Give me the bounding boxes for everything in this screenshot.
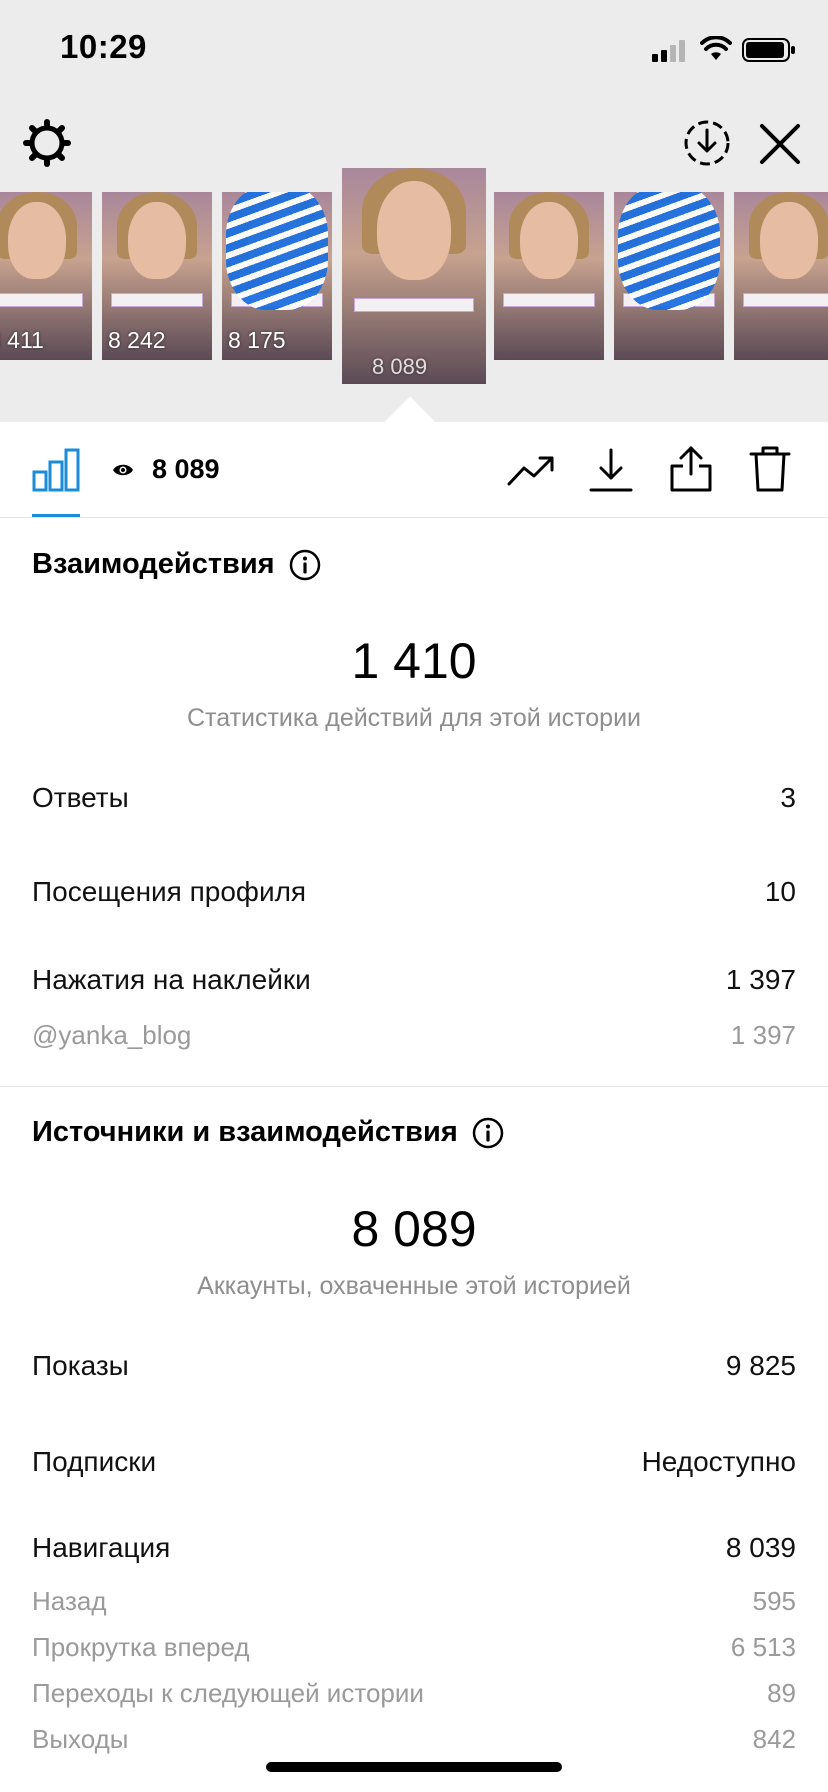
stat-value: 1 397 — [725, 964, 796, 995]
status-time: 10:29 — [60, 28, 147, 65]
stat-sub-value: 842 — [752, 1724, 796, 1754]
stat-sub-value: 6 513 — [730, 1632, 796, 1662]
trending-icon[interactable] — [506, 448, 558, 492]
thumbnail-view-count: 8 089 — [372, 354, 428, 379]
stat-sub-label: Переходы к следующей истории — [32, 1678, 424, 1708]
story-thumbnail[interactable] — [614, 192, 724, 360]
stat-sub-value: 1 397 — [730, 1020, 796, 1050]
info-icon[interactable] — [289, 549, 321, 581]
status-bar: 10:29 — [0, 0, 828, 100]
views-count: 8 089 — [152, 454, 220, 484]
stat-sub-label: Прокрутка вперед — [32, 1632, 250, 1662]
interactions-total: 1 410 — [351, 633, 477, 689]
download-icon[interactable] — [588, 446, 634, 494]
stat-row-replies: Ответы 3 — [32, 782, 796, 814]
eye-icon — [113, 464, 133, 476]
story-thumbnail[interactable]: 8 175 — [222, 192, 332, 360]
stat-row-follows: Подписки Недоступно — [32, 1446, 796, 1478]
scribble-overlay — [618, 192, 720, 310]
stat-sub-value: 89 — [767, 1678, 796, 1708]
stat-label: Ответы — [32, 782, 129, 813]
discovery-section-header: Источники и взаимодействия — [32, 1116, 504, 1149]
stat-subrow-exits: Выходы 842 — [32, 1724, 796, 1755]
bar-chart-icon[interactable] — [32, 448, 80, 492]
section-divider — [0, 1086, 828, 1087]
story-thumbnail-selected[interactable]: 8 089 — [342, 168, 486, 384]
stat-sub-value: 595 — [752, 1586, 796, 1616]
reach-total: 8 089 — [351, 1201, 477, 1257]
scribble-overlay — [226, 192, 328, 310]
stat-sub-label: Назад — [32, 1586, 107, 1616]
story-thumbnail[interactable] — [734, 192, 828, 360]
stat-label: Нажатия на наклейки — [32, 964, 311, 995]
stat-subrow-forward: Прокрутка вперед 6 513 — [32, 1632, 796, 1663]
stat-subrow-next-story: Переходы к следующей истории 89 — [32, 1678, 796, 1709]
cellular-signal-icon — [652, 40, 685, 62]
stat-label: Показы — [32, 1350, 129, 1381]
discovery-title: Источники и взаимодействия — [32, 1116, 458, 1148]
stat-value: 9 825 — [725, 1350, 796, 1381]
active-tab-indicator — [32, 514, 80, 517]
battery-icon — [742, 38, 795, 62]
insights-toolbar: 8 089 — [0, 422, 828, 518]
stat-value: 8 039 — [725, 1532, 796, 1563]
story-thumbnail[interactable] — [494, 192, 604, 360]
stat-label: Посещения профиля — [32, 876, 307, 907]
settings-gear-icon[interactable] — [22, 118, 72, 168]
interactions-title: Взаимодействия — [32, 548, 275, 580]
interactions-caption: Статистика действий для этой истории — [186, 704, 642, 732]
reach-caption: Аккаунты, охваченные этой историей — [197, 1272, 631, 1300]
stat-value: 10 — [764, 876, 796, 907]
interactions-section-header: Взаимодействия — [32, 548, 321, 581]
story-thumbnail-strip: 8 411 8 242 8 175 8 089 — [0, 168, 828, 392]
thumbnail-view-count: 8 242 — [108, 327, 166, 353]
stat-sub-label: Выходы — [32, 1724, 129, 1754]
thumbnail-view-count: 8 411 — [0, 327, 44, 353]
stat-label: Подписки — [32, 1446, 157, 1477]
story-thumbnail[interactable]: 8 242 — [102, 192, 212, 360]
thumbnail-view-count: 8 175 — [228, 327, 286, 353]
story-thumbnail[interactable]: 8 411 — [0, 192, 92, 360]
wifi-icon — [700, 36, 732, 60]
stat-value: 3 — [780, 782, 796, 813]
trash-icon[interactable] — [748, 444, 792, 494]
stat-row-profile-visits: Посещения профиля 10 — [32, 876, 796, 908]
stat-sub-label: @yanka_blog — [32, 1020, 192, 1050]
stat-row-sticker-taps: Нажатия на наклейки 1 397 — [32, 964, 796, 996]
share-icon[interactable] — [668, 444, 714, 494]
info-icon[interactable] — [472, 1117, 504, 1149]
stat-row-impressions: Показы 9 825 — [32, 1350, 796, 1382]
stat-row-navigation: Навигация 8 039 — [32, 1532, 796, 1564]
close-icon[interactable] — [758, 122, 802, 166]
story-preview-area: 10:29 411 8 242 8 175 8 089 — [0, 0, 828, 422]
download-circle-icon[interactable] — [682, 118, 732, 168]
stat-subrow-sticker: @yanka_blog 1 397 — [32, 1020, 796, 1051]
stat-label: Навигация — [32, 1532, 171, 1563]
stat-value: Недоступно — [641, 1446, 796, 1477]
stat-subrow-back: Назад 595 — [32, 1586, 796, 1617]
home-indicator[interactable] — [266, 1762, 562, 1772]
